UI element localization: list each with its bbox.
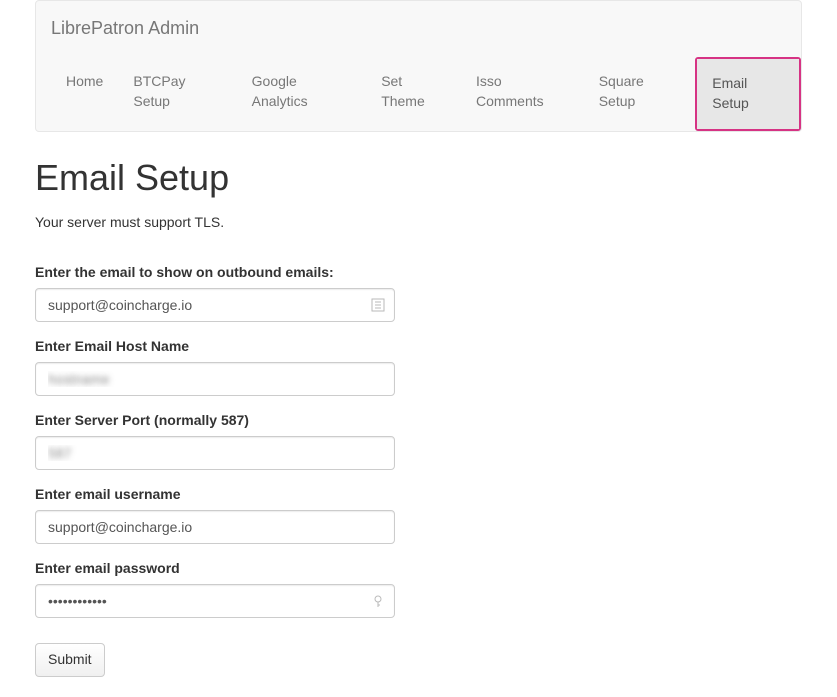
submit-button[interactable]: Submit (35, 643, 105, 677)
email-setup-form: Enter the email to show on outbound emai… (35, 263, 802, 677)
username-input[interactable] (35, 510, 395, 544)
port-label: Enter Server Port (normally 587) (35, 411, 802, 431)
navbar-brand[interactable]: LibrePatron Admin (36, 1, 214, 57)
page-subtitle: Your server must support TLS. (35, 213, 802, 233)
key-icon (371, 594, 385, 608)
nav-item-home[interactable]: Home (51, 57, 118, 131)
host-input[interactable] (35, 362, 395, 396)
password-label: Enter email password (35, 559, 802, 579)
password-input[interactable] (35, 584, 395, 618)
page-title: Email Setup (35, 152, 802, 203)
nav-item-set-theme[interactable]: Set Theme (366, 57, 461, 131)
nav-item-isso-comments[interactable]: Isso Comments (461, 57, 584, 131)
navbar: LibrePatron Admin Home BTCPay Setup Goog… (35, 0, 802, 132)
username-label: Enter email username (35, 485, 802, 505)
email-input[interactable] (35, 288, 395, 322)
nav-item-square-setup[interactable]: Square Setup (584, 57, 696, 131)
autofill-icon (371, 298, 385, 312)
nav-item-google-analytics[interactable]: Google Analytics (237, 57, 367, 131)
port-input[interactable] (35, 436, 395, 470)
host-label: Enter Email Host Name (35, 337, 802, 357)
email-label: Enter the email to show on outbound emai… (35, 263, 802, 283)
nav-item-email-setup[interactable]: Email Setup (695, 57, 801, 131)
navbar-nav: Home BTCPay Setup Google Analytics Set T… (36, 57, 801, 131)
nav-item-btcpay-setup[interactable]: BTCPay Setup (118, 57, 236, 131)
